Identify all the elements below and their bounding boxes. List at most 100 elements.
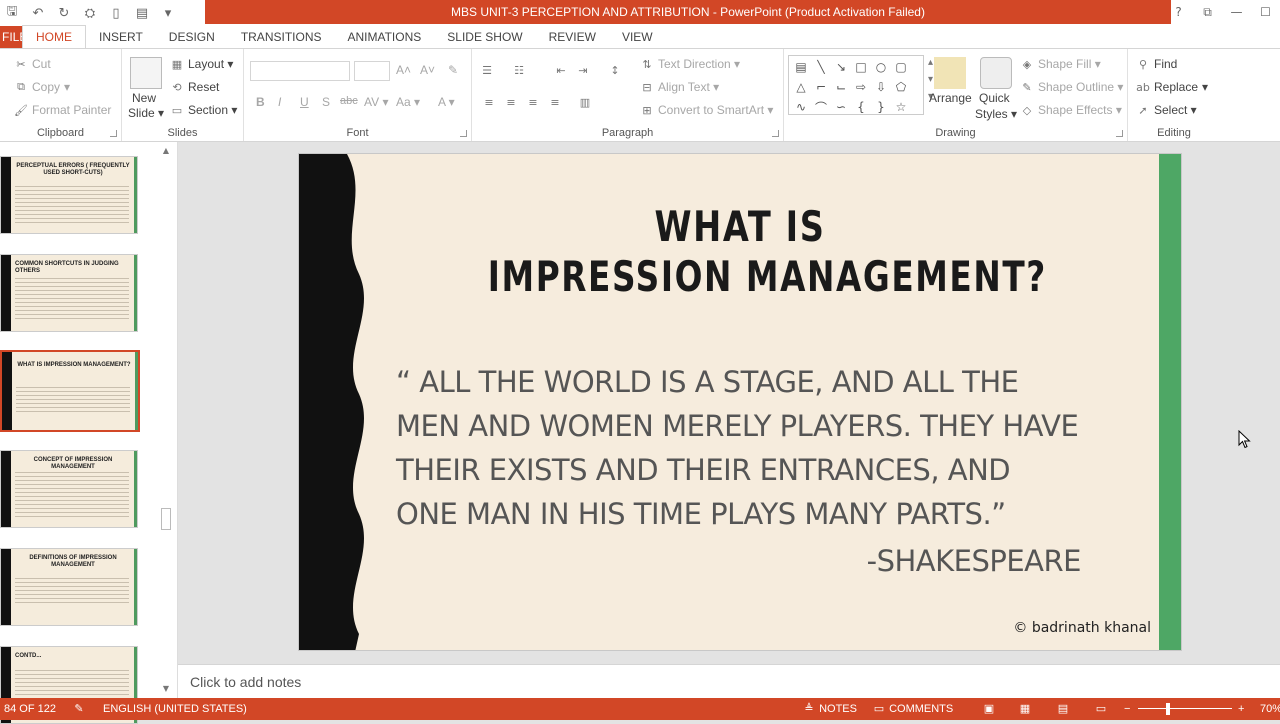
shape-effects-button[interactable]: ◇ Shape Effects ▾: [1020, 103, 1122, 117]
right-arrow-shape-icon[interactable]: ⇨: [851, 77, 871, 97]
slideshow-view-icon[interactable]: ▭: [1094, 698, 1108, 720]
notes-pane[interactable]: Click to add notes: [178, 664, 1280, 698]
grow-font-button[interactable]: A˄: [396, 63, 411, 77]
cut-button[interactable]: ✂ Cut: [14, 57, 50, 71]
left-brace-shape-icon[interactable]: {: [851, 97, 871, 117]
tab-view[interactable]: VIEW: [609, 26, 666, 48]
curved-connector-shape-icon[interactable]: ⌙: [831, 77, 851, 97]
tab-transitions[interactable]: TRANSITIONS: [228, 26, 335, 48]
section-button[interactable]: ▭ Section ▾: [170, 103, 238, 117]
arrange-icon[interactable]: [934, 57, 966, 89]
star-shape-icon[interactable]: ☆: [891, 97, 911, 117]
align-left-button[interactable]: ≡: [482, 95, 496, 109]
tab-review[interactable]: REVIEW: [536, 26, 609, 48]
shrink-font-button[interactable]: A˅: [420, 63, 435, 77]
comments-toggle-button[interactable]: ▭ COMMENTS: [872, 698, 953, 720]
touch-mode-icon[interactable]: ▤: [134, 5, 150, 21]
change-case-button[interactable]: Aa ▾: [396, 95, 420, 109]
ribbon-display-icon[interactable]: ⧉: [1193, 5, 1222, 20]
zoom-level[interactable]: 70%: [1260, 698, 1280, 720]
arrow-line-shape-icon[interactable]: ↘: [831, 57, 851, 77]
slide-sorter-icon[interactable]: ▦: [1018, 698, 1032, 720]
notes-placeholder[interactable]: Click to add notes: [190, 674, 301, 690]
rectangle-shape-icon[interactable]: □: [851, 57, 871, 77]
zoom-out-icon[interactable]: −: [1124, 698, 1130, 720]
curve-shape-icon[interactable]: ∿: [791, 97, 811, 117]
quick-styles-dropdown[interactable]: Styles ▾: [975, 107, 1017, 121]
slide-thumbnail[interactable]: COMMON SHORTCUTS IN JUDGING OTHERS: [0, 254, 138, 332]
start-from-beginning-icon[interactable]: ⛭: [82, 5, 98, 21]
line-spacing-button[interactable]: ↕: [608, 63, 622, 77]
numbering-button[interactable]: ☷: [512, 63, 526, 77]
strikethrough-button[interactable]: abc: [340, 95, 358, 107]
character-spacing-button[interactable]: AV ▾: [364, 95, 388, 109]
paragraph-dialog-launcher[interactable]: [772, 130, 779, 137]
bullets-button[interactable]: ☰: [480, 63, 494, 77]
layout-button[interactable]: ▦ Layout ▾: [170, 57, 234, 71]
tab-home[interactable]: HOME: [22, 25, 86, 48]
thumbnails-scrollbar[interactable]: ▲ ▼: [158, 144, 174, 696]
align-right-button[interactable]: ≡: [526, 95, 540, 109]
replace-button[interactable]: ab Replace ▾: [1136, 80, 1208, 94]
reset-button[interactable]: ⟲ Reset: [170, 80, 219, 94]
shape-outline-button[interactable]: ✎ Shape Outline ▾: [1020, 80, 1123, 94]
font-color-button[interactable]: A ▾: [438, 95, 455, 109]
maximize-icon[interactable]: ☐: [1251, 5, 1280, 19]
slide-thumbnail-selected[interactable]: WHAT IS IMPRESSION MANAGEMENT?: [0, 350, 140, 432]
arc-shape-icon[interactable]: ⌒: [811, 97, 831, 117]
align-text-button[interactable]: ⊟ Align Text ▾: [640, 80, 719, 94]
right-brace-shape-icon[interactable]: }: [871, 97, 891, 117]
shapes-gallery[interactable]: ▤ ╲ ↘ □ ○ ▢ △ ⌐ ⌙ ⇨ ⇩ ⬠ ∿ ⌒ ∽{} ☆: [788, 55, 924, 115]
justify-button[interactable]: ≡: [548, 95, 562, 109]
scrollbar-thumb[interactable]: [161, 508, 171, 530]
language-indicator[interactable]: ENGLISH (UNITED STATES): [103, 698, 247, 720]
customize-qat-icon[interactable]: ▾: [160, 5, 176, 21]
down-arrow-shape-icon[interactable]: ⇩: [871, 77, 891, 97]
quick-styles-button[interactable]: Quick: [979, 91, 1010, 105]
select-button[interactable]: ➚ Select ▾: [1136, 103, 1196, 117]
triangle-shape-icon[interactable]: △: [791, 77, 811, 97]
arrange-button[interactable]: Arrange: [929, 91, 972, 105]
minimize-icon[interactable]: —: [1222, 5, 1251, 19]
elbow-connector-shape-icon[interactable]: ⌐: [811, 77, 831, 97]
columns-button[interactable]: ▥: [578, 95, 592, 109]
new-slide-dropdown[interactable]: Slide ▾: [128, 106, 164, 120]
increase-indent-button[interactable]: ⇥: [576, 63, 590, 77]
underline-button[interactable]: U: [300, 95, 309, 109]
save-icon[interactable]: 🖫: [4, 4, 20, 21]
help-icon[interactable]: ?: [1164, 5, 1193, 19]
tab-insert[interactable]: INSERT: [86, 26, 156, 48]
tab-design[interactable]: DESIGN: [156, 26, 228, 48]
reading-view-icon[interactable]: ▤: [1056, 698, 1070, 720]
slide-canvas[interactable]: WHAT IS IMPRESSION MANAGEMENT? “ ALL THE…: [298, 153, 1182, 651]
rounded-rect-shape-icon[interactable]: ▢: [891, 57, 911, 77]
new-file-icon[interactable]: ▯: [108, 5, 124, 21]
oval-shape-icon[interactable]: ○: [871, 57, 891, 77]
zoom-slider-thumb[interactable]: [1166, 703, 1170, 715]
quick-styles-icon[interactable]: [980, 57, 1012, 89]
font-size-field[interactable]: [354, 61, 390, 81]
scroll-up-icon[interactable]: ▲: [160, 146, 172, 158]
textbox-shape-icon[interactable]: ▤: [791, 57, 811, 77]
clear-format-button[interactable]: ✎: [448, 63, 458, 77]
freeform-shape-icon[interactable]: ∽: [831, 97, 851, 117]
shape-fill-button[interactable]: ◈ Shape Fill ▾: [1020, 57, 1101, 71]
convert-smartart-button[interactable]: ⊞ Convert to SmartArt ▾: [640, 103, 773, 117]
font-name-field[interactable]: [250, 61, 350, 81]
bold-button[interactable]: B: [256, 95, 265, 109]
text-direction-button[interactable]: ⇅ Text Direction ▾: [640, 57, 740, 71]
drawing-dialog-launcher[interactable]: [1116, 130, 1123, 137]
zoom-slider[interactable]: [1138, 698, 1232, 720]
shadow-button[interactable]: S: [322, 95, 330, 109]
slide-thumbnail[interactable]: CONCEPT OF IMPRESSION MANAGEMENT: [0, 450, 138, 528]
zoom-in-icon[interactable]: +: [1238, 698, 1244, 720]
line-shape-icon[interactable]: ╲: [811, 57, 831, 77]
scroll-down-icon[interactable]: ▼: [160, 684, 172, 696]
copy-button[interactable]: ⧉ Copy ▾: [14, 80, 70, 94]
italic-button[interactable]: I: [278, 95, 281, 109]
align-center-button[interactable]: ≡: [504, 95, 518, 109]
pentagon-shape-icon[interactable]: ⬠: [891, 77, 911, 97]
normal-view-icon[interactable]: ▣: [982, 698, 996, 720]
format-painter-button[interactable]: 🖌 Format Painter: [14, 103, 111, 117]
slide-thumbnail[interactable]: DEFINITIONS OF IMPRESSION MANAGEMENT: [0, 548, 138, 626]
